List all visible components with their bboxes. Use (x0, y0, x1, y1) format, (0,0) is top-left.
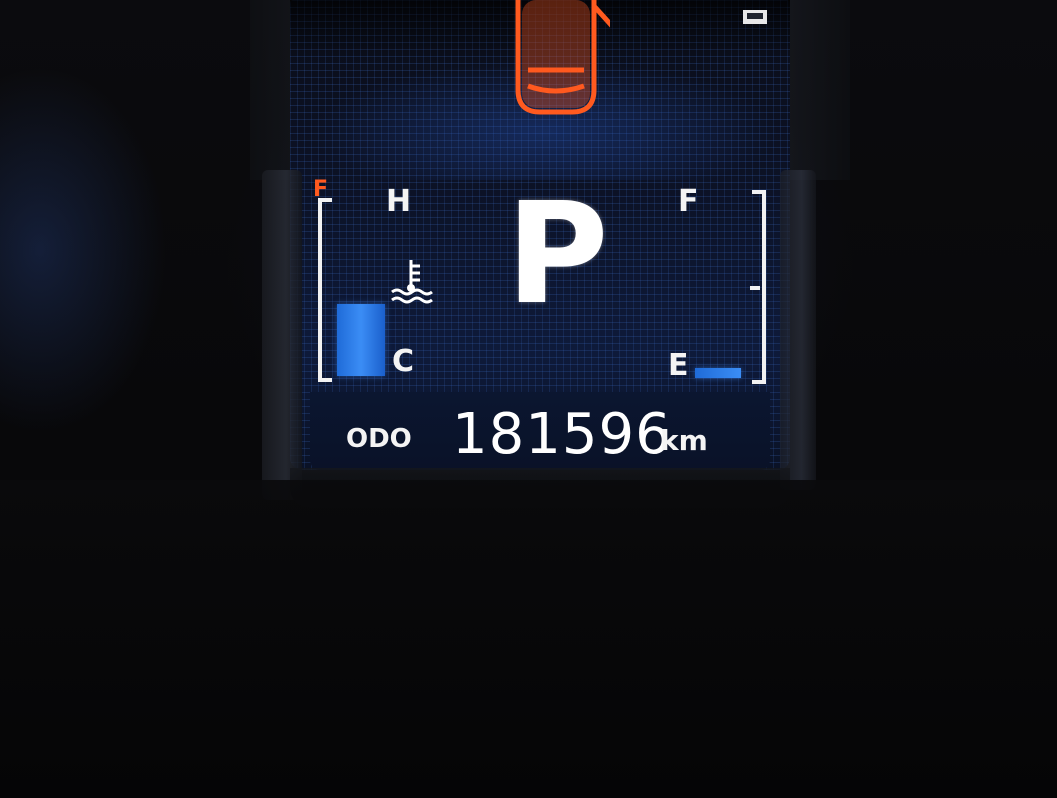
odometer-value: 181596 (452, 402, 672, 467)
temperature-level-bar (337, 304, 385, 376)
fuel-full-label: F (678, 184, 699, 219)
rear-door-indicator-icon (743, 10, 767, 24)
cluster-bezel-right (780, 170, 816, 490)
cluster-bezel-left (262, 170, 302, 500)
odometer-label: ODO (346, 424, 412, 454)
dashboard-lower-panel (0, 480, 1057, 798)
temperature-low-label: C (392, 344, 415, 379)
coolant-temperature-icon (391, 260, 433, 304)
fuel-gauge-half-tick (750, 286, 760, 290)
temperature-high-label: H (386, 184, 412, 219)
fuel-level-bar (695, 368, 741, 378)
fuel-empty-label: E (668, 348, 689, 383)
gear-position-indicator: P (506, 173, 609, 336)
temperature-warning-mark: F (313, 177, 329, 202)
car-door-open-icon (515, 0, 610, 115)
dashboard-photo: F H C P F E ODO 181596 km (0, 0, 1057, 798)
odometer-unit: km (660, 424, 708, 457)
temperature-gauge-bracket (318, 198, 332, 382)
cluster-bezel-top-right (790, 0, 850, 180)
